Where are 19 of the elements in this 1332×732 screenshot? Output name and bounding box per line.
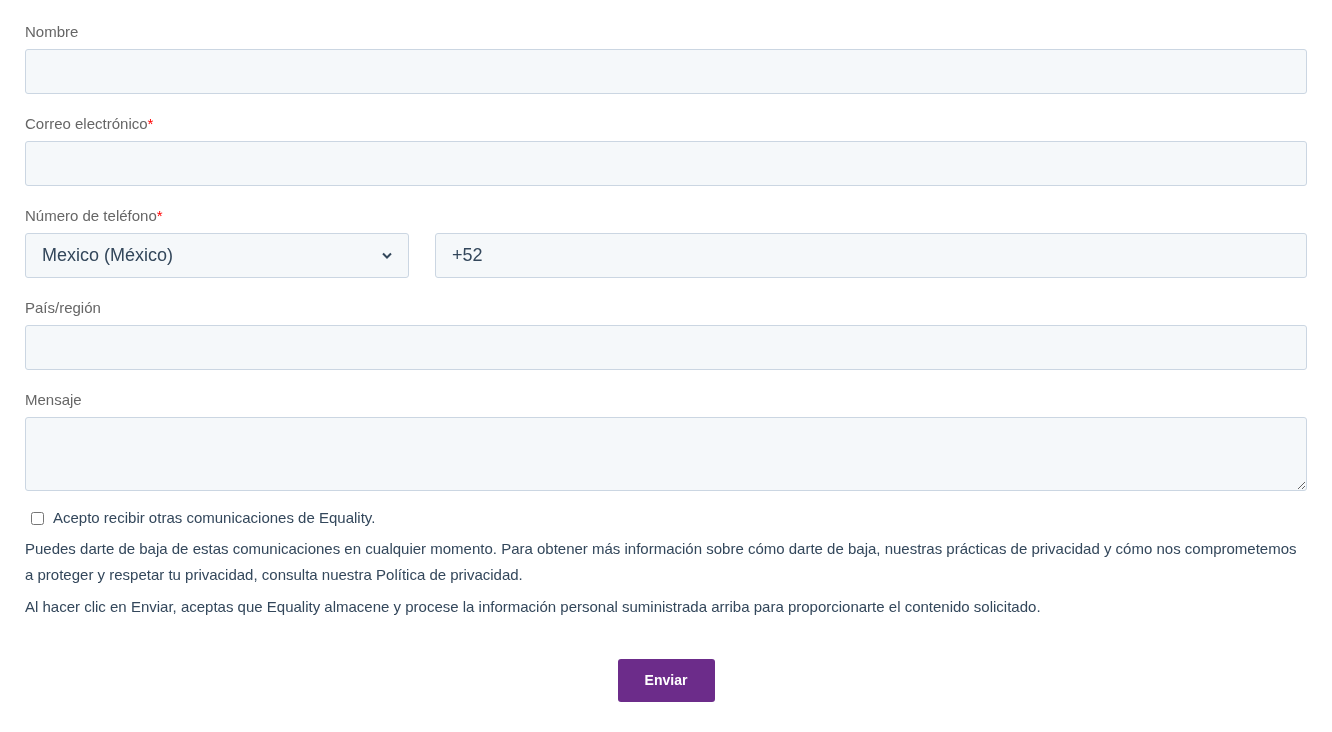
required-mark: *	[156, 206, 163, 226]
phone-field[interactable]: +52	[435, 233, 1307, 278]
field-label: Número de teléfono	[25, 206, 157, 226]
submit-button[interactable]: Enviar	[617, 659, 715, 702]
input-field[interactable]	[25, 325, 1307, 370]
notice-text: Puedes darte de baja de estas comunicaciones en cualquier momento. Para obtener más información sobre cómo darte de baja, nuestras prácticas de privacidad y cómo nos comprometemos a proteger y respetar tu privacidad, consulta nuestra Política de privacidad.	[25, 539, 1298, 585]
country-select[interactable]: Mexico (México)	[25, 233, 409, 278]
input-field[interactable]	[25, 49, 1307, 94]
required-mark: *	[147, 114, 154, 134]
input-field[interactable]	[25, 141, 1307, 186]
field-label: Nombre	[25, 22, 79, 42]
notice-text: Al hacer clic en Enviar, aceptas que Equality almacene y procese la información personal suministrada arriba para proporcionarte el contenido solicitado.	[25, 597, 1042, 617]
chevron-down-icon	[382, 252, 392, 259]
field-label: Mensaje	[25, 390, 82, 410]
field-label: Correo electrónico	[25, 114, 148, 134]
field-label: País/región	[25, 298, 101, 318]
consent-label: Acepto recibir otras comunicaciones de Equality.	[53, 507, 376, 528]
message-field[interactable]	[25, 417, 1307, 491]
consent-checkbox[interactable]	[31, 511, 44, 525]
